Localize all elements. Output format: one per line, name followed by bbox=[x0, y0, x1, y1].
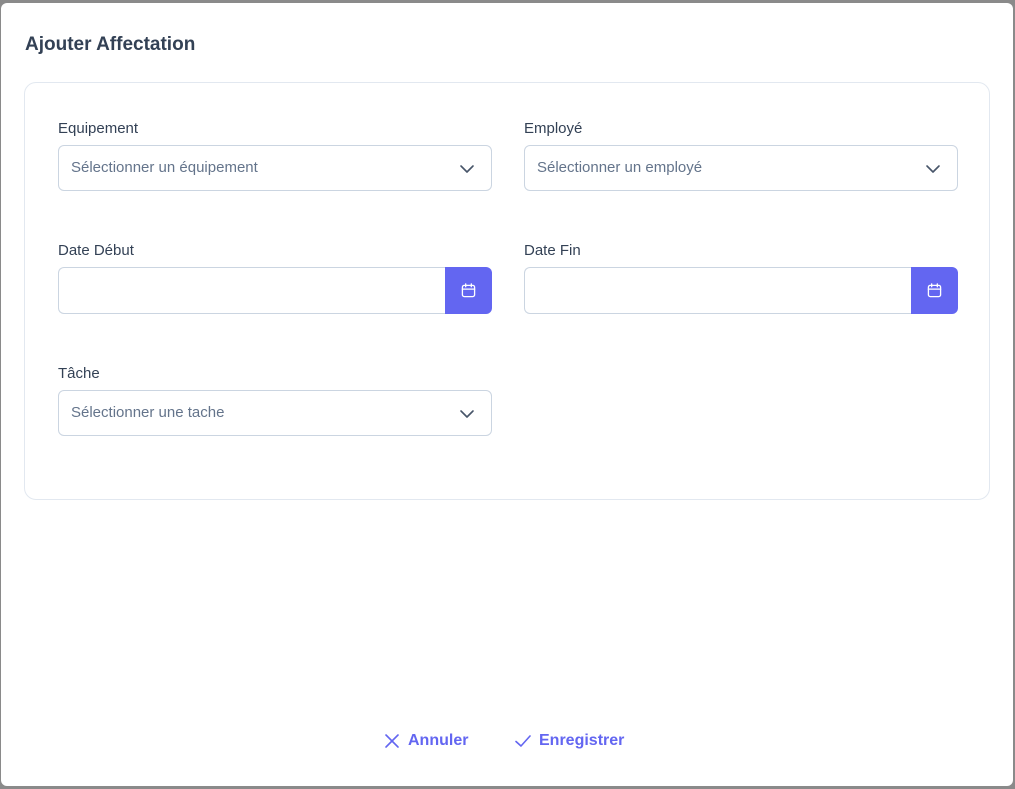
tache-select[interactable]: Sélectionner une tache bbox=[58, 390, 492, 436]
equipement-label: Equipement bbox=[58, 120, 139, 137]
date-fin-label: Date Fin bbox=[524, 242, 581, 259]
chevron-down-icon bbox=[460, 165, 474, 173]
dialog-title: Ajouter Affectation bbox=[25, 34, 196, 55]
equipement-placeholder: Sélectionner un équipement bbox=[71, 159, 258, 176]
form-card: Equipement Sélectionner un équipement Em… bbox=[24, 82, 990, 500]
tache-placeholder: Sélectionner une tache bbox=[71, 404, 225, 421]
employe-label: Employé bbox=[524, 120, 583, 137]
tache-label: Tâche bbox=[58, 365, 100, 382]
chevron-down-icon bbox=[926, 165, 940, 173]
date-fin-calendar-button[interactable] bbox=[911, 267, 958, 314]
date-fin-input[interactable] bbox=[524, 267, 911, 314]
close-icon bbox=[385, 734, 399, 748]
date-debut-label: Date Début bbox=[58, 242, 134, 259]
chevron-down-icon bbox=[460, 410, 474, 418]
calendar-icon bbox=[927, 283, 942, 298]
cancel-button[interactable]: Annuler bbox=[384, 727, 468, 755]
employe-select[interactable]: Sélectionner un employé bbox=[524, 145, 958, 191]
save-button[interactable]: Enregistrer bbox=[515, 727, 624, 755]
date-debut-calendar-button[interactable] bbox=[445, 267, 492, 314]
save-button-label: Enregistrer bbox=[539, 732, 625, 749]
add-assignment-dialog: Ajouter Affectation Equipement Sélection… bbox=[1, 3, 1013, 786]
cancel-button-label: Annuler bbox=[408, 732, 469, 749]
calendar-icon bbox=[461, 283, 476, 298]
equipement-select[interactable]: Sélectionner un équipement bbox=[58, 145, 492, 191]
check-icon bbox=[515, 735, 531, 747]
employe-placeholder: Sélectionner un employé bbox=[537, 159, 703, 176]
date-debut-input[interactable] bbox=[58, 267, 445, 314]
